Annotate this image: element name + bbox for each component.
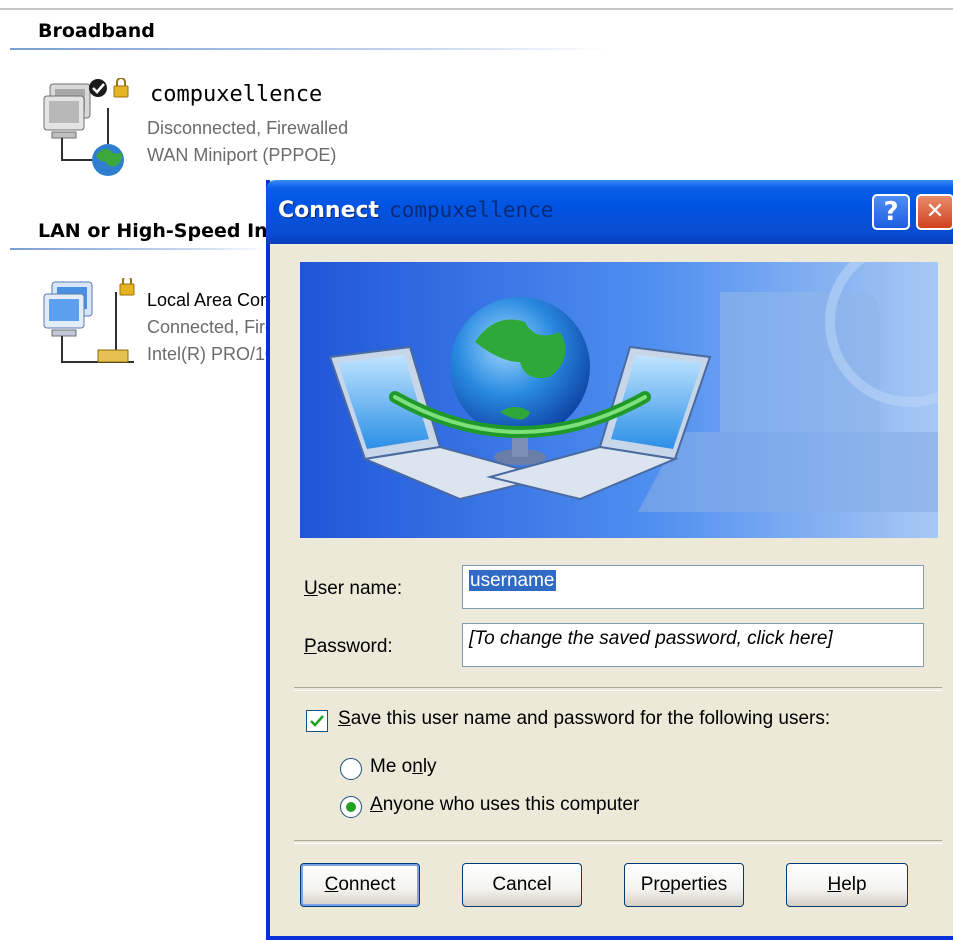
connection-name[interactable]: compuxellence: [150, 82, 322, 107]
password-placeholder: [To change the saved password, click her…: [469, 628, 833, 649]
group-rule-broadband: [10, 48, 610, 50]
save-credentials-checkbox[interactable]: [306, 710, 328, 732]
dialog-title-connection-name: compuxellence: [389, 198, 554, 222]
window-top-border: [0, 8, 953, 10]
group-rule-lan: [10, 248, 270, 250]
properties-button[interactable]: Pr o perties: [624, 863, 744, 907]
separator-bottom: [294, 840, 942, 844]
radio-me-only-label[interactable]: Me only: [370, 756, 437, 778]
dialog-title: Connect compuxellence: [278, 198, 553, 223]
connect-button[interactable]: Connect: [300, 863, 420, 907]
password-label: Password:: [304, 636, 393, 657]
password-input[interactable]: [To change the saved password, click her…: [462, 623, 924, 667]
save-credentials-label[interactable]: Save this user name and password for the…: [338, 708, 830, 730]
broadband-connection-icon: [43, 78, 129, 176]
radio-anyone[interactable]: [340, 796, 362, 818]
connection-device: WAN Miniport (PPPOE): [147, 145, 337, 165]
connect-dialog: Connect compuxellence ? ✕ User name: use…: [266, 180, 953, 940]
close-icon: ✕: [925, 199, 945, 224]
radio-me-only[interactable]: [340, 758, 362, 780]
help-titlebar-button[interactable]: ?: [872, 194, 910, 230]
connection-status: Disconnected, Firewalled: [147, 118, 349, 138]
radio-selected-dot: [346, 802, 356, 812]
username-label: User name:: [304, 578, 403, 599]
question-mark-icon: ?: [883, 197, 899, 227]
lan-connection-icon: [43, 278, 135, 363]
radio-anyone-label[interactable]: Anyone who uses this computer: [370, 794, 639, 816]
dialog-titlebar[interactable]: Connect compuxellence ? ✕: [266, 180, 953, 244]
cancel-button[interactable]: Cancel: [462, 863, 582, 907]
separator-top: [294, 687, 942, 691]
group-header-broadband: Broadband: [38, 20, 155, 42]
dialog-title-prefix: Connect: [278, 198, 380, 223]
checkmark-icon: [310, 715, 324, 727]
help-button[interactable]: Help: [786, 863, 908, 907]
username-input[interactable]: username: [462, 565, 924, 609]
connection-banner-image: [300, 262, 938, 538]
close-button[interactable]: ✕: [916, 194, 953, 230]
username-value: username: [469, 570, 556, 591]
